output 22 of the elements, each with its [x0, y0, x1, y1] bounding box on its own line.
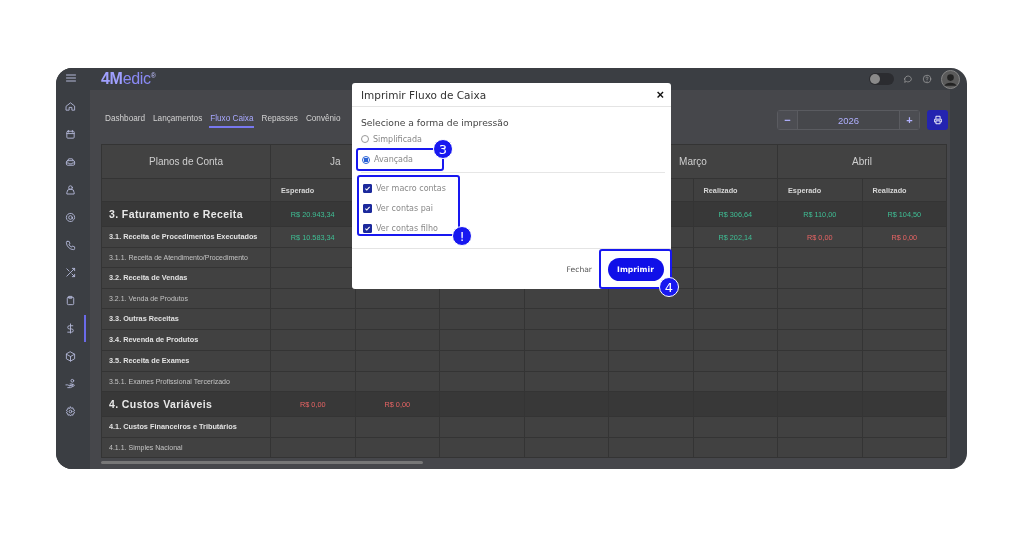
column-header: Abril [777, 144, 947, 179]
tab[interactable]: Convênio [304, 110, 342, 128]
tab[interactable]: Repasses [260, 110, 299, 128]
app-logo: 4Medic$^{®}$ [101, 70, 156, 88]
increment-button[interactable]: + [900, 111, 919, 129]
account-label: 3. Faturamento e Receita [101, 201, 271, 227]
checkbox-label: Ver contas filho [376, 223, 438, 233]
close-button[interactable]: × [656, 87, 664, 102]
step-badge: ! [452, 226, 472, 246]
column-header: Planos de Conta [101, 144, 271, 179]
checkbox-label: Ver macro contas [376, 183, 446, 193]
checkbox-label: Ver contas pai [376, 203, 433, 213]
tab[interactable]: Dashboard [104, 110, 147, 128]
decrement-button[interactable]: − [778, 111, 797, 129]
radio-label: Simplificada [373, 134, 422, 144]
step-badge: 3 [433, 139, 453, 159]
tab[interactable]: Lançamentos [152, 110, 204, 128]
dialog-prompt: Selecione a forma de impressão [361, 116, 510, 130]
radio-label: Avançada [374, 155, 413, 164]
dialog-title: Imprimir Fluxo de Caixa [361, 88, 487, 101]
account-label: 4. Custos Variáveis [101, 391, 271, 417]
tab[interactable]: Fluxo Caixa [209, 110, 255, 128]
